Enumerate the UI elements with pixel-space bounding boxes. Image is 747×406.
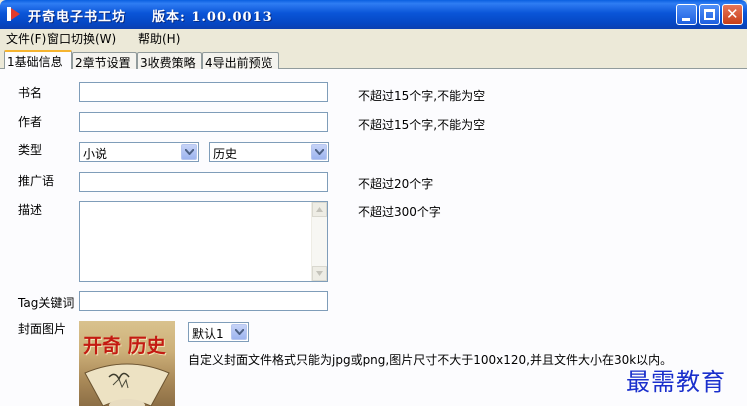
maximize-icon: [704, 9, 715, 20]
cover-requirements-text: 自定义封面文件格式只能为jpg或png,图片尺寸不大于100x120,并且文件大…: [188, 353, 673, 367]
description-scrollbar[interactable]: [311, 202, 327, 281]
close-button[interactable]: ✕: [722, 4, 743, 25]
menu-file[interactable]: 文件(F): [6, 30, 46, 47]
cover-style-select[interactable]: 默认1: [188, 322, 249, 342]
app-icon: [7, 7, 20, 21]
arrow-down-icon: [316, 271, 323, 276]
type-secondary-value: 历史: [213, 147, 238, 161]
promo-input[interactable]: [79, 172, 328, 192]
chevron-down-icon[interactable]: [231, 324, 247, 340]
type-secondary-select[interactable]: 历史: [209, 142, 329, 162]
book-name-label: 书名: [18, 86, 43, 100]
cover-preview-text: 开奇 历史: [83, 335, 166, 357]
author-label: 作者: [18, 115, 43, 129]
tab-pricing-strategy[interactable]: 3收费策略: [137, 52, 202, 70]
promo-label: 推广语: [18, 174, 55, 188]
type-primary-select[interactable]: 小说: [79, 142, 199, 162]
description-textarea[interactable]: [79, 201, 328, 282]
version-label: 版本: 1.00.0013: [152, 10, 273, 25]
title-bar[interactable]: 开奇电子书工坊 版本: 1.00.0013 ✕: [0, 0, 747, 29]
cover-preview-image: 开奇 历史: [79, 321, 175, 406]
maximize-button[interactable]: [699, 4, 720, 25]
tags-input[interactable]: [79, 291, 328, 311]
basic-info-panel: 书名 不超过15个字,不能为空 作者 不超过15个字,不能为空 类型 小说 历史…: [0, 69, 747, 406]
watermark-text: 最需教育: [626, 368, 726, 396]
scroll-down-button[interactable]: [312, 266, 327, 281]
type-label: 类型: [18, 143, 43, 157]
menu-window-switch[interactable]: 窗口切换(W): [47, 30, 116, 47]
menu-help[interactable]: 帮助(H): [138, 30, 180, 47]
chevron-down-icon[interactable]: [181, 144, 197, 160]
tab-chapter-settings[interactable]: 2章节设置: [72, 52, 137, 70]
minimize-button[interactable]: [676, 4, 697, 25]
author-hint: 不超过15个字,不能为空: [358, 118, 486, 132]
tab-export-preview[interactable]: 4导出前预览: [202, 52, 279, 70]
fan-painting-icon: [84, 363, 170, 406]
minimize-icon: [682, 18, 690, 21]
cover-style-value: 默认1: [192, 327, 224, 341]
author-input[interactable]: [79, 112, 328, 132]
promo-hint: 不超过20个字: [358, 177, 434, 191]
tab-basic-info[interactable]: 1基础信息: [4, 50, 72, 70]
menu-bar: 文件(F) 窗口切换(W) 帮助(H): [0, 29, 747, 47]
tab-strip: 2章节设置 3收费策略 4导出前预览 1基础信息: [0, 50, 747, 70]
window-title: 开奇电子书工坊: [28, 10, 127, 25]
arrow-up-icon: [316, 207, 323, 212]
book-name-input[interactable]: [79, 82, 328, 102]
description-hint: 不超过300个字: [358, 205, 441, 219]
book-name-hint: 不超过15个字,不能为空: [358, 89, 486, 103]
type-primary-value: 小说: [83, 147, 108, 161]
close-icon: ✕: [726, 5, 739, 23]
cover-label: 封面图片: [18, 322, 67, 336]
description-label: 描述: [18, 203, 43, 217]
tags-label: Tag关键词: [18, 296, 75, 310]
chevron-down-icon[interactable]: [311, 144, 327, 160]
scroll-up-button[interactable]: [312, 202, 327, 217]
